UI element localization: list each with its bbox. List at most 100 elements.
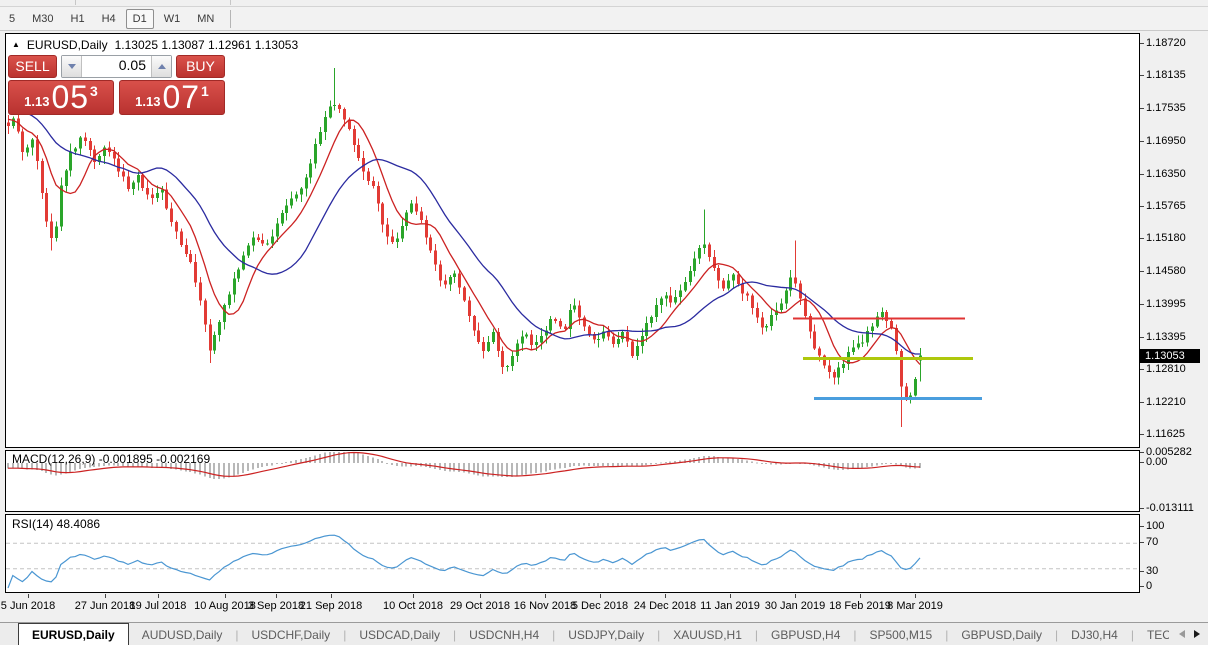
date-axis-label: 21 Sep 2018 [291, 600, 371, 612]
chart-ohlc-values: 1.13025 1.13087 1.12961 1.13053 [115, 38, 299, 52]
date-axis-tick [600, 594, 601, 598]
tab-usdcad-daily[interactable]: USDCAD,Daily [346, 623, 453, 645]
price-axis-tick [1140, 402, 1144, 403]
rsi-axis-tick [1140, 526, 1144, 527]
date-axis-label: 19 Jul 2018 [118, 600, 198, 612]
toolbar-separator [230, 10, 231, 28]
date-axis-tick [545, 594, 546, 598]
date-axis-tick [413, 594, 414, 598]
buy-price-point: 1 [201, 83, 209, 99]
price-axis-tick [1140, 369, 1144, 370]
buy-price-pips: 07 [162, 82, 200, 112]
price-axis-tick [1140, 337, 1144, 338]
price-axis-label: 1.18720 [1146, 37, 1186, 49]
date-axis-label: 10 Aug 2018 [185, 600, 265, 612]
date-axis-tick [480, 594, 481, 598]
macd-axis-tick [1140, 462, 1144, 463]
price-axis-tick [1140, 304, 1144, 305]
buy-button[interactable]: BUY [176, 55, 225, 78]
sell-button[interactable]: SELL [8, 55, 57, 78]
timeframe-d1[interactable]: D1 [126, 9, 154, 29]
date-axis-label: 5 Dec 2018 [560, 600, 640, 612]
current-price-tag: 1.13053 [1140, 349, 1200, 363]
tab-scroll-controls [1169, 623, 1208, 645]
tab-xauusd-h1[interactable]: XAUUSD,H1 [660, 623, 755, 645]
symbol-tab-bar: EURUSD,DailyAUDUSD,Daily|USDCHF,Daily|US… [0, 622, 1208, 645]
macd-axis-tick [1140, 452, 1144, 453]
price-axis-tick [1140, 174, 1144, 175]
volume-input[interactable]: 0.05 [82, 56, 151, 77]
price-axis-tick [1140, 206, 1144, 207]
timeframe-h1[interactable]: H1 [64, 9, 92, 29]
rsi-axis-tick [1140, 571, 1144, 572]
scroll-tabs-left-icon[interactable] [1179, 630, 1185, 638]
price-axis-label: 1.13995 [1146, 298, 1186, 310]
mt4-window: 5M30H1H4D1W1MN ▲ EURUSD,Daily 1.13025 1.… [0, 0, 1208, 645]
chevron-up-icon [158, 64, 166, 69]
date-axis-tick [225, 594, 226, 598]
buy-price-prefix: 1.13 [135, 94, 160, 109]
tab-audusd-daily[interactable]: AUDUSD,Daily [129, 623, 236, 645]
volume-spinner: 0.05 [61, 55, 172, 78]
date-axis-tick [105, 594, 106, 598]
date-axis-label: 3 Sep 2018 [236, 600, 316, 612]
price-axis-tick [1140, 43, 1144, 44]
scroll-tabs-right-icon[interactable] [1194, 630, 1200, 638]
date-axis-label: 29 Oct 2018 [440, 600, 520, 612]
timeframe-mn[interactable]: MN [190, 9, 221, 29]
date-axis-label: 11 Jan 2019 [690, 600, 770, 612]
timeframe-w1[interactable]: W1 [157, 9, 188, 29]
date-axis-label: 5 Jun 2018 [0, 600, 68, 612]
price-axis-label: 1.17535 [1146, 102, 1186, 114]
tab-eurusd-daily[interactable]: EURUSD,Daily [18, 623, 129, 645]
sell-price-prefix: 1.13 [24, 94, 49, 109]
sell-price-box[interactable]: 1.13 05 3 [8, 80, 114, 115]
price-axis-label: 1.16950 [1146, 135, 1186, 147]
timeframe-m30[interactable]: M30 [25, 9, 60, 29]
macd-label: MACD(12,26,9) -0.001895 -0.002169 [12, 452, 210, 466]
price-axis-tick [1140, 108, 1144, 109]
macd-axis-label: 0.005282 [1146, 446, 1192, 458]
price-axis-tick [1140, 75, 1144, 76]
price-axis-label: 1.15765 [1146, 200, 1186, 212]
tab-gbpusd-daily[interactable]: GBPUSD,Daily [948, 623, 1055, 645]
tab-sp500-m15[interactable]: SP500,M15 [857, 623, 946, 645]
date-axis-label: 24 Dec 2018 [625, 600, 705, 612]
rsi-axis-tick [1140, 542, 1144, 543]
tab-gbpusd-h4[interactable]: GBPUSD,H4 [758, 623, 853, 645]
price-axis-label: 1.12210 [1146, 396, 1186, 408]
volume-decrease-button[interactable] [62, 56, 82, 77]
price-axis-tick [1140, 271, 1144, 272]
price-axis-label: 1.13395 [1146, 331, 1186, 343]
date-axis-tick [276, 594, 277, 598]
tab-usdjpy-daily[interactable]: USDJPY,Daily [555, 623, 657, 645]
rsi-label: RSI(14) 48.4086 [12, 517, 100, 531]
date-axis-tick [860, 594, 861, 598]
tab-usdcnh-h4[interactable]: USDCNH,H4 [456, 623, 552, 645]
price-axis-label: 1.14580 [1146, 265, 1186, 277]
collapse-icon[interactable]: ▲ [12, 40, 20, 50]
macd-axis-label: -0.013111 [1146, 502, 1194, 514]
price-axis-label: 1.15180 [1146, 232, 1186, 244]
date-axis-tick [730, 594, 731, 598]
rsi-axis-tick [1140, 586, 1144, 587]
rsi-axis-label: 70 [1146, 536, 1158, 548]
price-axis-tick [1140, 238, 1144, 239]
timeframe-h4[interactable]: H4 [95, 9, 123, 29]
sell-price-pips: 05 [51, 82, 89, 112]
volume-increase-button[interactable] [151, 56, 171, 77]
price-axis-tick [1140, 141, 1144, 142]
rsi-axis-label: 30 [1146, 565, 1158, 577]
date-axis-label: 18 Feb 2019 [820, 600, 900, 612]
sell-price-point: 3 [90, 83, 98, 99]
date-axis-tick [158, 594, 159, 598]
date-axis-label: 8 Mar 2019 [875, 600, 955, 612]
price-axis-label: 1.16350 [1146, 168, 1186, 180]
buy-price-box[interactable]: 1.13 07 1 [119, 80, 225, 115]
date-axis-label: 10 Oct 2018 [373, 600, 453, 612]
tab-usdchf-daily[interactable]: USDCHF,Daily [239, 623, 344, 645]
one-click-trading-panel: SELL 0.05 BUY 1.13 05 3 1.13 07 1 [8, 55, 225, 115]
tab-dj30-h4[interactable]: DJ30,H4 [1058, 623, 1131, 645]
price-axis-tick [1140, 434, 1144, 435]
timeframe-5[interactable]: 5 [2, 9, 22, 29]
